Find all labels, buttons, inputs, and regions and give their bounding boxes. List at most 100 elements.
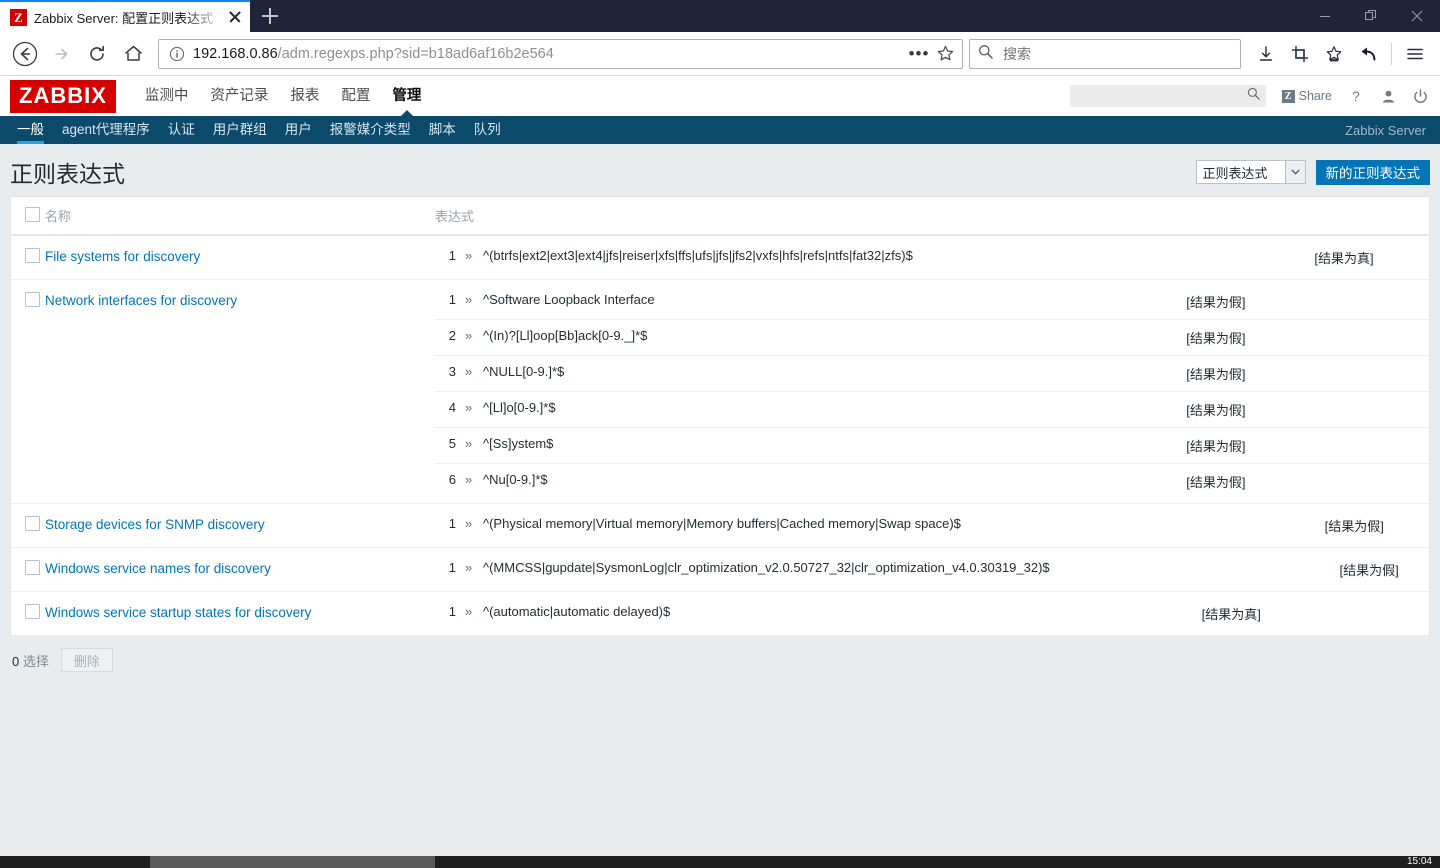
browser-search-box[interactable] — [969, 38, 1241, 69]
subnav-item-scripts[interactable]: 脚本 — [420, 116, 465, 144]
row-checkbox[interactable] — [25, 560, 40, 575]
table-row: Windows service startup states for disco… — [11, 591, 1429, 636]
column-header-name[interactable]: 名称 — [45, 197, 435, 236]
close-tab-icon[interactable] — [226, 8, 244, 26]
expression-row: 1 » ^(MMCSS|gupdate|SysmonLog|clr_optimi… — [435, 548, 1429, 591]
subnav-item-authentication[interactable]: 认证 — [159, 116, 204, 144]
star-icon[interactable] — [936, 44, 956, 64]
section-select-value: 正则表达式 — [1202, 165, 1268, 181]
select-all-checkbox[interactable] — [25, 206, 40, 222]
row-checkbox[interactable] — [25, 604, 40, 619]
new-tab-button[interactable] — [250, 0, 290, 32]
expression-text: ^Nu[0-9.]*$ — [483, 463, 1187, 503]
share-z-icon: Z — [1281, 89, 1295, 103]
browser-tab[interactable]: Z Zabbix Server: 配置正则表达式 — [0, 0, 250, 32]
expression-arrow-icon: » — [465, 319, 483, 356]
main-content: 正则表达式 正则表达式 新的正则表达式 名称 表达式 File systems … — [0, 144, 1440, 868]
page-title: 正则表达式 — [10, 161, 125, 187]
user-profile-icon[interactable] — [1381, 89, 1396, 104]
tab-title: Zabbix Server: 配置正则表达式 — [34, 10, 214, 26]
nav-item-administration[interactable]: 管理 — [381, 76, 432, 117]
taskbar-window-button[interactable] — [150, 856, 435, 868]
subnav-item-queue[interactable]: 队列 — [465, 116, 510, 144]
regexp-name-link[interactable]: Windows service names for discovery — [45, 561, 271, 576]
back-arrow-icon[interactable] — [8, 37, 42, 71]
table-footer-actions: 0 选择 删除 — [0, 636, 1440, 672]
subnav-item-user-groups[interactable]: 用户群组 — [204, 116, 276, 144]
forward-arrow-icon[interactable] — [44, 37, 78, 71]
subnav-item-general[interactable]: 一般 — [8, 116, 53, 144]
row-checkbox[interactable] — [25, 248, 40, 263]
expression-row: 1 » ^(btrfs|ext2|ext3|ext4|jfs|reiser|xf… — [435, 236, 1429, 279]
info-circle-icon[interactable] — [169, 46, 185, 62]
subnav-item-users[interactable]: 用户 — [276, 116, 321, 144]
row-name-cell: File systems for discovery — [45, 235, 435, 280]
expression-result: [结果为真] — [1314, 236, 1429, 279]
expression-arrow-icon: » — [465, 427, 483, 464]
expression-result: [结果为假] — [1186, 319, 1429, 356]
table-row: Network interfaces for discovery 1 » ^So… — [11, 279, 1429, 504]
url-text[interactable]: 192.168.0.86/adm.regexps.php?sid=b18ad6a… — [193, 46, 906, 62]
search-input[interactable] — [1001, 44, 1232, 63]
row-expressions-cell: 1 » ^(automatic|automatic delayed)$ [结果为… — [435, 591, 1429, 636]
undo-arrow-icon[interactable] — [1353, 39, 1383, 69]
row-checkbox[interactable] — [25, 292, 40, 307]
expression-text: ^NULL[0-9.]*$ — [483, 355, 1187, 392]
selection-word: 选择 — [22, 653, 49, 669]
expression-row: 4 » ^[Ll]o[0-9.]*$ [结果为假] — [435, 391, 1429, 428]
server-name-label: Zabbix Server — [1345, 122, 1426, 138]
home-icon[interactable] — [116, 37, 150, 71]
address-bar[interactable]: 192.168.0.86/adm.regexps.php?sid=b18ad6a… — [158, 38, 963, 69]
zabbix-search-box[interactable] — [1069, 85, 1266, 107]
share-button[interactable]: Z Share — [1281, 89, 1332, 103]
nav-item-inventory[interactable]: 资产记录 — [199, 76, 279, 116]
expression-number: 6 — [435, 463, 465, 503]
expression-list: 1 » ^(Physical memory|Virtual memory|Mem… — [435, 504, 1429, 547]
svg-text:?: ? — [1352, 88, 1360, 104]
selection-count: 0 — [12, 653, 20, 669]
maximize-button[interactable] — [1348, 0, 1394, 32]
regexp-name-link[interactable]: File systems for discovery — [45, 249, 200, 264]
expression-text: ^(btrfs|ext2|ext3|ext4|jfs|reiser|xfs|ff… — [483, 236, 1315, 279]
subnav-item-proxies[interactable]: agent代理程序 — [53, 116, 159, 144]
url-path: /adm.regexps.php?sid=b18ad6af16b2e564 — [277, 45, 554, 62]
window-controls — [1302, 0, 1440, 32]
expression-row: 6 » ^Nu[0-9.]*$ [结果为假] — [435, 463, 1429, 503]
hamburger-menu-icon[interactable] — [1400, 39, 1430, 69]
close-button[interactable] — [1394, 0, 1440, 32]
browser-titlebar: Z Zabbix Server: 配置正则表达式 — [0, 0, 1440, 32]
regexp-name-link[interactable]: Windows service startup states for disco… — [45, 605, 311, 620]
zabbix-logo[interactable]: ZABBIX — [10, 79, 116, 113]
delete-button[interactable]: 删除 — [60, 648, 113, 672]
expression-text: ^[Ll]o[0-9.]*$ — [483, 391, 1187, 428]
ellipsis-icon[interactable]: ••• — [906, 45, 932, 62]
logout-power-icon[interactable] — [1413, 88, 1428, 104]
expression-row: 3 » ^NULL[0-9.]*$ [结果为假] — [435, 355, 1429, 392]
chevron-down-icon[interactable] — [1284, 161, 1305, 183]
expression-number: 1 — [435, 504, 465, 547]
section-select[interactable]: 正则表达式 — [1195, 160, 1306, 184]
save-to-pocket-icon[interactable] — [1319, 39, 1349, 69]
regexp-name-link[interactable]: Network interfaces for discovery — [45, 293, 237, 308]
row-name-cell: Storage devices for SNMP discovery — [45, 503, 435, 548]
help-icon[interactable]: ? — [1349, 88, 1364, 104]
create-regexp-button[interactable]: 新的正则表达式 — [1315, 159, 1430, 185]
minimize-button[interactable] — [1302, 0, 1348, 32]
expression-number: 2 — [435, 319, 465, 356]
browser-window: Z Zabbix Server: 配置正则表达式 192.168.0.86/ad… — [0, 0, 1440, 868]
expression-arrow-icon: » — [465, 280, 483, 320]
nav-item-monitoring[interactable]: 监测中 — [134, 76, 200, 116]
subnav-item-media-types[interactable]: 报警媒介类型 — [321, 116, 420, 144]
nav-item-configuration[interactable]: 配置 — [330, 76, 381, 116]
search-icon[interactable] — [1247, 87, 1260, 105]
expression-result: [结果为假] — [1186, 427, 1429, 464]
row-checkbox[interactable] — [25, 516, 40, 531]
download-icon[interactable] — [1251, 39, 1281, 69]
nav-item-reports[interactable]: 报表 — [279, 76, 330, 116]
screenshot-icon[interactable] — [1285, 39, 1315, 69]
zabbix-search-input[interactable] — [1075, 88, 1247, 104]
regexp-name-link[interactable]: Storage devices for SNMP discovery — [45, 517, 265, 532]
reload-icon[interactable] — [80, 37, 114, 71]
expression-result: [结果为假] — [1186, 280, 1429, 320]
expression-result: [结果为假] — [1186, 355, 1429, 392]
